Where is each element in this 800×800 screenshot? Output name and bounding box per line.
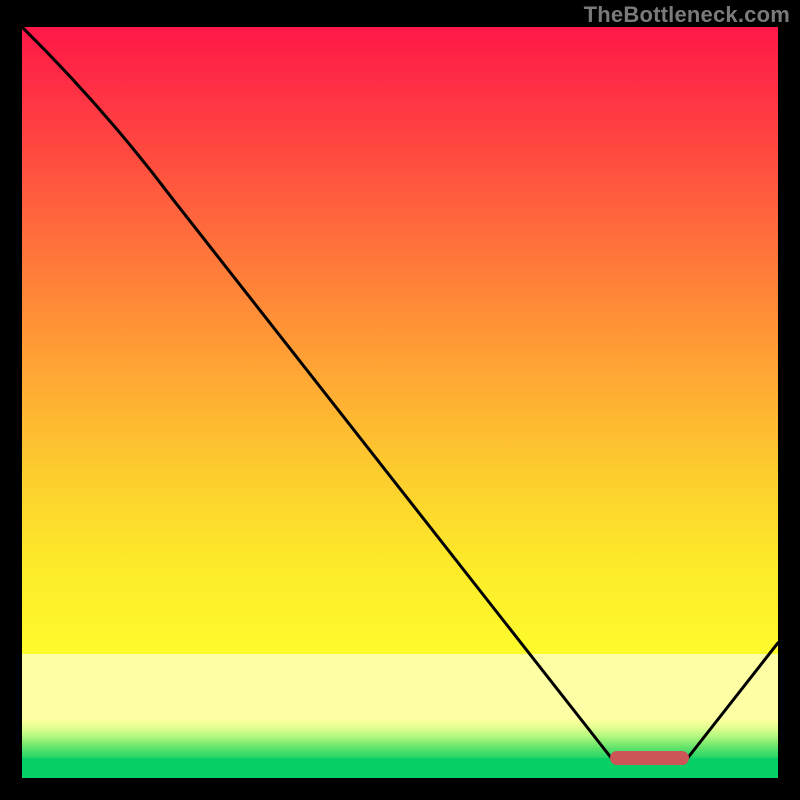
optimal-range-marker <box>610 751 690 765</box>
chart-frame: TheBottleneck.com <box>0 0 800 800</box>
bottleneck-curve <box>22 27 778 778</box>
plot-area <box>22 27 778 778</box>
watermark-text: TheBottleneck.com <box>584 2 790 28</box>
